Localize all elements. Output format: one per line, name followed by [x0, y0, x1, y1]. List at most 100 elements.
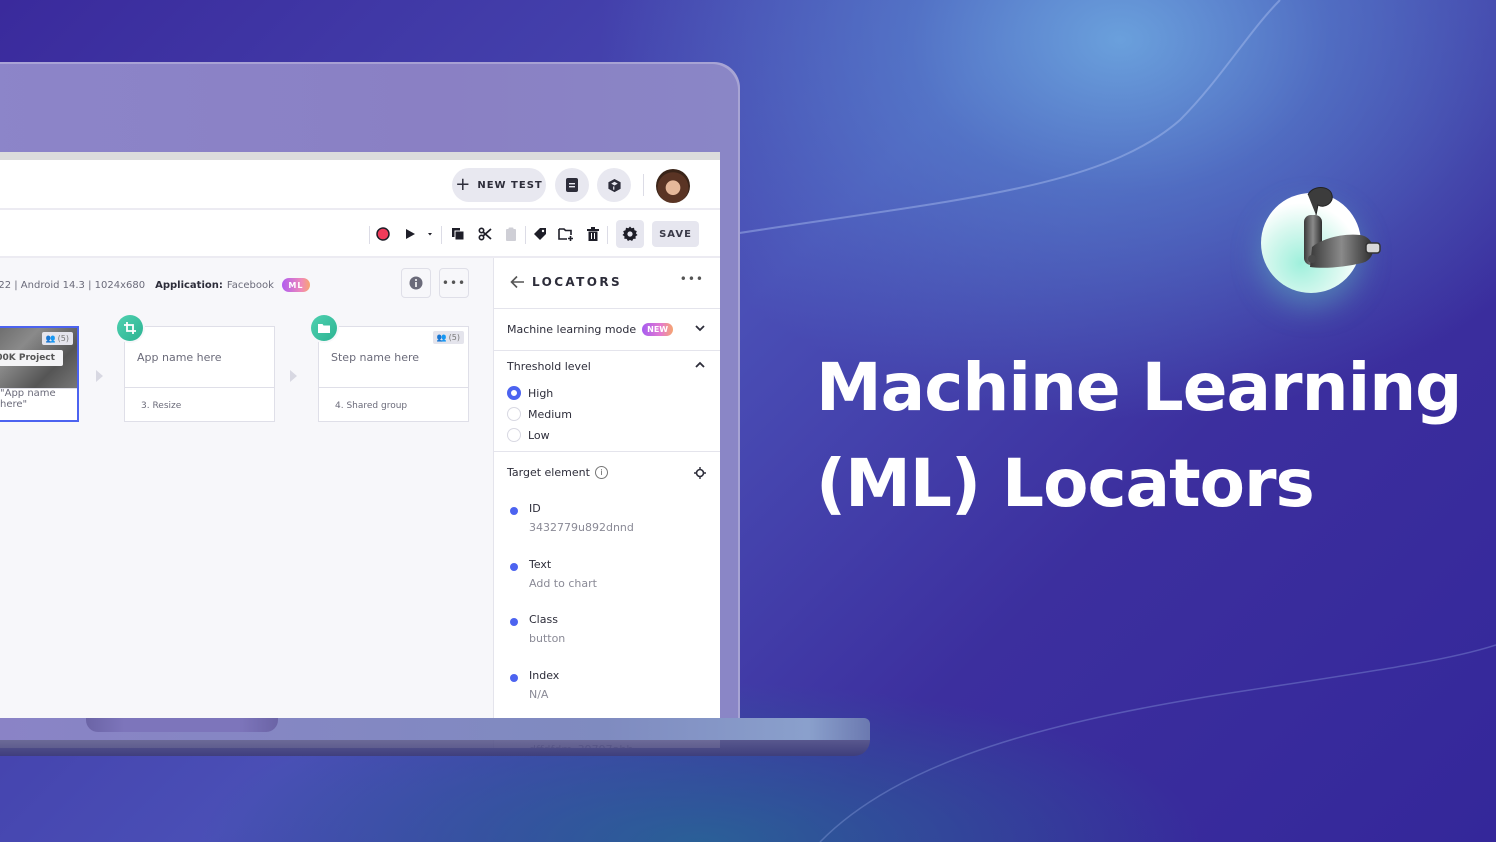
new-test-label: NEW TEST: [477, 179, 543, 191]
radio-selected[interactable]: [507, 386, 521, 400]
hero-title-line2: (ML) Locators: [816, 445, 1315, 522]
user-avatar[interactable]: [656, 169, 690, 203]
app-screen: + NEW TEST SAVE S22 | Android 14.3 | 102…: [0, 152, 720, 748]
divider: [441, 226, 442, 244]
step-title: App name here: [137, 351, 222, 364]
laptop-base-shadow: [0, 740, 870, 756]
radio-unselected[interactable]: [507, 407, 521, 421]
info-button[interactable]: [401, 268, 431, 298]
step-card-selected[interactable]: 100K Project 👥 (5) "App name here": [0, 326, 79, 422]
device-info: S22 | Android 14.3 | 1024x680: [0, 279, 146, 291]
new-test-button[interactable]: + NEW TEST: [452, 168, 546, 202]
arrow-left-icon: [510, 275, 524, 289]
hero-title-line1: Machine Learning: [816, 349, 1462, 426]
new-badge: NEW: [642, 323, 674, 336]
save-button[interactable]: SAVE: [652, 221, 699, 247]
cube-icon: [607, 178, 621, 192]
app-header: + NEW TEST: [0, 160, 720, 210]
target-element-header: Target element i: [494, 452, 720, 494]
cut-icon: [478, 227, 492, 241]
step-thumbnail: 100K Project 👥 (5): [0, 328, 77, 389]
play-icon: [406, 229, 415, 239]
project-label: 100K Project: [0, 350, 63, 366]
tag-button[interactable]: [530, 224, 550, 244]
ml-badge: ML: [281, 278, 310, 292]
users-badge: 👥 (5): [41, 332, 73, 345]
crosshair-icon[interactable]: [694, 467, 706, 479]
locator-key: Text: [529, 558, 552, 571]
ml-mode-section[interactable]: Machine learning mode NEW: [494, 309, 720, 351]
document-icon: [566, 178, 578, 192]
record-button[interactable]: [373, 224, 393, 244]
target-element-label: Target element: [507, 466, 590, 479]
chevron-up-icon[interactable]: [694, 359, 706, 371]
settings-button[interactable]: [616, 220, 644, 248]
panel-title: LOCATORS: [532, 275, 623, 289]
dropdown-caret-icon: [428, 233, 432, 236]
play-options-dropdown[interactable]: [424, 224, 436, 244]
hero-title: Machine Learning (ML) Locators: [816, 340, 1496, 532]
flow-arrow-icon: [290, 370, 297, 382]
threshold-option-low[interactable]: Low: [507, 428, 550, 442]
delete-icon: [587, 227, 599, 241]
chevron-down-icon[interactable]: [694, 322, 706, 334]
more-icon: •••: [441, 276, 467, 290]
locator-key: ID: [529, 502, 541, 515]
cut-button[interactable]: [475, 224, 495, 244]
locator-key: Class: [529, 613, 558, 626]
add-folder-icon: [558, 228, 573, 241]
status-dot: [510, 618, 518, 626]
paste-button[interactable]: [501, 224, 521, 244]
step-footer: 3. Resize: [141, 401, 182, 411]
cube-button[interactable]: [597, 168, 631, 202]
test-meta-info: S22 | Android 14.3 | 1024x680 Applicatio…: [0, 278, 310, 292]
tag-icon: [534, 228, 546, 240]
users-icon: 👥: [45, 334, 56, 343]
threshold-option-medium[interactable]: Medium: [507, 407, 572, 421]
status-dot: [510, 563, 518, 571]
threshold-section: Threshold level High Medium Low: [494, 351, 720, 452]
flow-arrow-icon: [96, 370, 103, 382]
copy-icon: [452, 228, 465, 241]
document-button[interactable]: [555, 168, 589, 202]
divider: [525, 226, 526, 244]
panel-more-button[interactable]: •••: [680, 272, 704, 286]
editor-toolbar: SAVE: [0, 212, 720, 258]
laptop-notch: [86, 718, 278, 732]
locator-value: Add to chart: [529, 577, 597, 590]
application-value: Facebook: [226, 279, 274, 291]
locator-value: N/A: [529, 688, 549, 701]
paste-icon: [506, 227, 516, 241]
info-icon: [409, 276, 423, 290]
step-card-resize[interactable]: App name here 3. Resize: [117, 315, 275, 422]
record-icon: [376, 227, 390, 241]
step-card-shared-group[interactable]: 👥 (5) Step name here 4. Shared group: [311, 315, 469, 422]
step-footer: 4. Shared group: [335, 401, 408, 411]
add-folder-button[interactable]: [556, 224, 576, 244]
locator-value: button: [529, 632, 566, 645]
divider: [643, 174, 644, 196]
delete-button[interactable]: [583, 224, 603, 244]
more-options-button[interactable]: •••: [439, 268, 469, 298]
robot-arm-icon: [1304, 187, 1381, 268]
locators-panel: LOCATORS ••• Machine learning mode NEW T…: [493, 258, 720, 748]
threshold-label: Threshold level: [507, 360, 591, 373]
users-badge: 👥 (5): [432, 331, 464, 344]
back-button[interactable]: [510, 274, 525, 293]
ml-mode-label: Machine learning mode NEW: [507, 323, 674, 336]
copy-button[interactable]: [448, 224, 468, 244]
locators-panel-header: LOCATORS •••: [494, 258, 720, 309]
step-title: Step name here: [331, 351, 420, 364]
threshold-option-high[interactable]: High: [507, 386, 553, 400]
test-flow-canvas: S22 | Android 14.3 | 1024x680 Applicatio…: [0, 258, 493, 748]
radio-unselected[interactable]: [507, 428, 521, 442]
divider: [369, 226, 370, 244]
application-label: Application:: [155, 279, 223, 291]
laptop-frame: + NEW TEST SAVE S22 | Android 14.3 | 102…: [0, 62, 740, 748]
play-button[interactable]: [400, 224, 420, 244]
users-icon: 👥: [436, 333, 447, 342]
info-icon[interactable]: i: [594, 466, 608, 479]
divider: [607, 226, 608, 244]
step-title: "App name here": [0, 388, 56, 410]
gear-icon: [622, 226, 638, 241]
